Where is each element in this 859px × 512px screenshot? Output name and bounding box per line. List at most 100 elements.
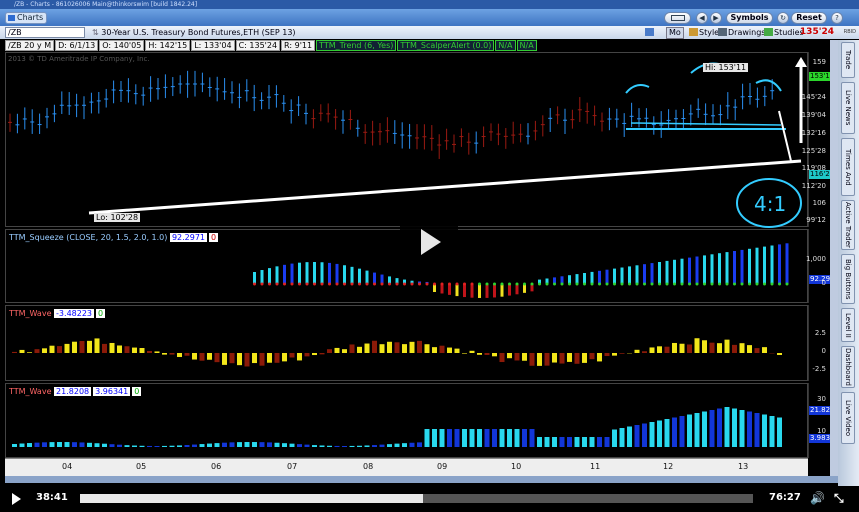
wave2-bar — [514, 429, 520, 447]
side-tab[interactable]: Live News — [841, 82, 855, 134]
wave2-bar — [402, 443, 407, 447]
wave2-axis: 30 21.8208 10 3.9834 — [808, 383, 839, 458]
squeeze-dot — [508, 282, 511, 286]
squeeze-dot — [418, 282, 421, 286]
wave2-bar — [702, 411, 707, 447]
wave-panel-2[interactable]: TTM_Wave 21.8208 3.96341 0 — [5, 383, 808, 458]
aggregation-button[interactable]: Mo — [666, 27, 684, 39]
wave1-bar — [604, 353, 610, 357]
wave1-bar — [634, 349, 640, 353]
studies-button[interactable]: Studies — [764, 26, 804, 39]
share-icon[interactable] — [645, 26, 655, 39]
wave1-bar — [409, 341, 415, 353]
wave2-bar — [732, 408, 737, 447]
squeeze-dot — [455, 282, 459, 286]
side-tab[interactable]: Level II — [841, 308, 855, 342]
annotation-text: 4:1 — [754, 192, 786, 216]
price-chart: 4:1 — [8, 57, 807, 228]
na-label-2: N/A — [516, 40, 537, 51]
wave1-bar — [327, 349, 332, 353]
refresh-icon[interactable]: ↻ — [777, 12, 789, 24]
horizontal-scrollbar[interactable] — [5, 476, 838, 483]
back-icon[interactable]: ◀ — [696, 12, 708, 24]
squeeze-dot — [658, 282, 661, 286]
squeeze-bar — [628, 266, 631, 284]
side-tab[interactable]: Big Buttons — [841, 254, 855, 304]
wave1-bar — [12, 351, 17, 353]
squeeze-bar — [620, 267, 624, 284]
side-tab[interactable]: Times And Sales — [841, 138, 855, 196]
wave2-bar — [552, 437, 557, 447]
squeeze-bar — [350, 266, 354, 284]
squeeze-dot — [680, 282, 684, 286]
wave1-bar — [612, 353, 617, 356]
corner-label: RBID — [843, 29, 856, 35]
squeeze-dot — [620, 282, 624, 286]
video-player-bar: 38:41 76:27 🔊 ⤡ — [0, 486, 859, 512]
wave1-bar — [79, 341, 85, 353]
period-label: /ZB 20 y M — [5, 40, 55, 51]
wave1-bar — [319, 353, 325, 355]
forward-icon[interactable]: ▶ — [710, 12, 722, 24]
symbol-toolbar: /ZB ⇅ 30-Year U.S. Treasury Bond Futures… — [0, 26, 859, 39]
wave2-bar — [387, 444, 392, 447]
wave1-bar — [199, 353, 205, 361]
help-icon[interactable]: ? — [831, 12, 843, 24]
seek-bar[interactable] — [80, 494, 753, 503]
price-tick: 159 — [812, 58, 826, 66]
side-tab[interactable]: Trade — [841, 42, 855, 78]
side-tab[interactable]: Dashboard — [841, 346, 855, 388]
squeeze-bar — [508, 284, 511, 296]
squeeze-bar — [688, 257, 691, 284]
wave1-bar — [402, 344, 407, 353]
side-tab[interactable]: Live Video — [841, 392, 855, 444]
shoulder-drawing — [625, 84, 650, 94]
trend-study-label[interactable]: TTM_Trend (6, Yes) — [316, 40, 397, 51]
squeeze-bar — [590, 271, 594, 284]
squeeze-bar — [778, 244, 781, 284]
reset-button[interactable]: Reset — [791, 12, 827, 24]
squeeze-dot — [740, 282, 744, 286]
charts-tab[interactable]: Charts — [5, 12, 47, 24]
drawings-button[interactable]: Drawings — [718, 26, 765, 39]
scalper-study-label[interactable]: TTM_ScalperAlert (0.0) — [397, 40, 495, 51]
wave2-bar — [297, 444, 302, 447]
wave1-bar — [417, 340, 422, 353]
wave2-bar — [432, 429, 437, 447]
squeeze-dot — [320, 282, 324, 286]
chart-icon — [8, 15, 15, 21]
symbols-button[interactable]: Symbols — [726, 12, 773, 24]
squeeze-bar — [290, 263, 294, 284]
symbol-description: ⇅ 30-Year U.S. Treasury Bond Futures,ETH… — [92, 28, 296, 37]
wave1-bar — [664, 346, 670, 353]
wave1-bar — [169, 353, 175, 355]
symbol-input[interactable]: /ZB — [5, 27, 85, 38]
play-overlay-button[interactable] — [400, 214, 458, 270]
wave1-bar — [379, 344, 385, 353]
window-size-button[interactable] — [664, 12, 691, 24]
wave2-bar — [679, 416, 685, 447]
fullscreen-icon[interactable]: ⤡ — [834, 491, 844, 506]
price-panel[interactable]: 2013 © TD Ameritrade IP Company, Inc. 4:… — [5, 52, 808, 228]
squeeze-dot — [590, 282, 594, 286]
wave-panel-1[interactable]: TTM_Wave -3.48223 0 — [5, 305, 808, 381]
squeeze-dot — [328, 282, 331, 286]
side-tab[interactable]: Active Trader — [841, 200, 855, 250]
wave1-tick: -2.5 — [812, 365, 826, 373]
wave2-bar — [747, 411, 752, 447]
wave2-bar — [49, 442, 55, 447]
wave2-bar — [102, 443, 107, 447]
wave1-bar — [27, 352, 32, 353]
squeeze-bar — [598, 270, 601, 284]
volume-icon[interactable]: 🔊 — [810, 491, 825, 505]
right-scroll-gutter — [830, 40, 838, 476]
squeeze-bar — [605, 269, 609, 284]
wave2-bar — [349, 445, 355, 447]
squeeze-dot — [433, 282, 436, 286]
squeeze-bar — [335, 263, 339, 284]
play-icon[interactable] — [12, 493, 21, 505]
style-button[interactable]: Style — [689, 26, 719, 39]
squeeze-dot — [463, 282, 466, 286]
wave2-bar — [649, 422, 655, 447]
date-label: D: 6/1/13 — [55, 40, 99, 51]
